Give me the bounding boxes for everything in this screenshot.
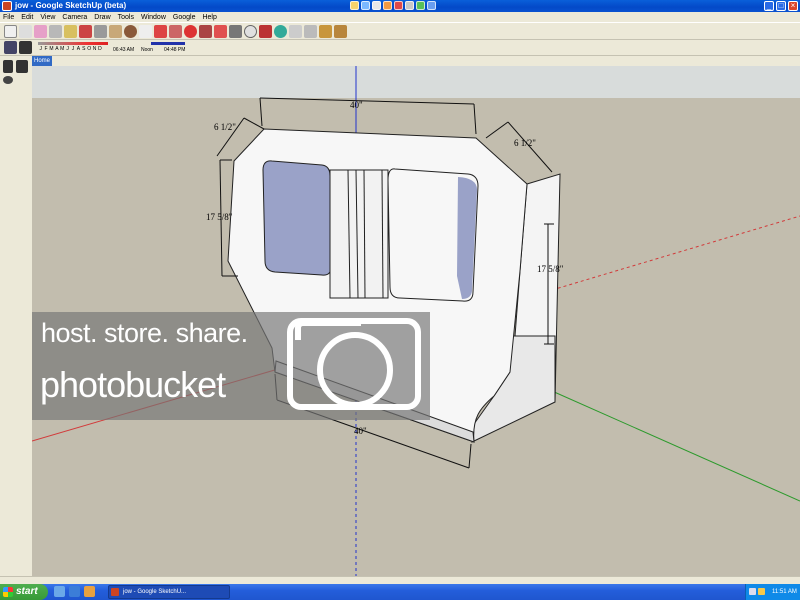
- extension-icon[interactable]: [372, 1, 381, 10]
- position-camera-icon[interactable]: [3, 60, 13, 73]
- menu-edit[interactable]: Edit: [21, 14, 33, 21]
- close-button[interactable]: ×: [788, 1, 798, 11]
- center-divider: [329, 169, 389, 299]
- menu-help[interactable]: Help: [202, 14, 216, 21]
- time-noon-label: Noon: [141, 47, 153, 53]
- time-start-label: 06:43 AM: [113, 47, 135, 53]
- start-button[interactable]: start: [0, 584, 48, 600]
- extension-icon[interactable]: [350, 1, 359, 10]
- sketchup-app-icon[interactable]: [2, 1, 12, 11]
- internet-explorer-icon[interactable]: [69, 586, 80, 597]
- shadows-toolbar: J F M A M J J A S O N D 06:43 AM Noon 04…: [0, 40, 800, 56]
- extension-icon[interactable]: [416, 1, 425, 10]
- dim-label-right-chamfer: 6 1/2": [514, 138, 536, 148]
- menu-google[interactable]: Google: [173, 14, 196, 21]
- shadow-settings-sliders: J F M A M J J A S O N D 06:43 AM Noon 04…: [36, 41, 188, 55]
- tab-home[interactable]: Home: [32, 56, 52, 66]
- arc-icon[interactable]: [139, 25, 152, 38]
- menu-bar: File Edit View Camera Draw Tools Window …: [0, 12, 800, 22]
- scene-tabs: Home: [32, 56, 800, 66]
- window-title: jow - Google SketchUp (beta): [15, 1, 127, 10]
- zoom-extents-icon[interactable]: [259, 25, 272, 38]
- network-icon[interactable]: [749, 588, 756, 595]
- camera-logo-icon: [287, 318, 421, 410]
- model-viewport[interactable]: 40" 40" 6 1/2" 6 1/2" 17 5/8" 17 5/8" ho…: [32, 66, 800, 576]
- toggle-terrain-icon[interactable]: [289, 25, 302, 38]
- menu-tools[interactable]: Tools: [118, 14, 134, 21]
- shadow-settings-icon[interactable]: [4, 41, 17, 54]
- rectangle-select-icon[interactable]: [49, 25, 62, 38]
- extension-icon[interactable]: [361, 1, 370, 10]
- circle-icon[interactable]: [124, 25, 137, 38]
- clock[interactable]: 11:51 AM: [772, 584, 797, 600]
- dim-label-top: 40": [350, 100, 363, 110]
- title-bar: jow - Google SketchUp (beta) _ □ ×: [0, 0, 800, 12]
- look-around-icon[interactable]: [3, 76, 13, 84]
- get-models-icon[interactable]: [319, 25, 332, 38]
- volume-icon[interactable]: [758, 588, 765, 595]
- line-icon[interactable]: [94, 25, 107, 38]
- display-shadows-icon[interactable]: [19, 41, 32, 54]
- date-slider[interactable]: [38, 42, 108, 45]
- taskbar-item-sketchup[interactable]: jow - Google SketchU...: [108, 585, 230, 599]
- time-slider[interactable]: [151, 42, 185, 45]
- add-location-icon[interactable]: [274, 25, 287, 38]
- paint-bucket-icon[interactable]: [64, 25, 77, 38]
- system-tray: 11:51 AM: [745, 584, 800, 600]
- taskbar-item-label: jow - Google SketchU...: [123, 589, 187, 595]
- left-window-opening[interactable]: [262, 160, 332, 276]
- dim-label-left-chamfer: 6 1/2": [214, 122, 236, 132]
- start-label: start: [16, 586, 38, 597]
- minimize-button[interactable]: _: [764, 1, 774, 11]
- move-icon[interactable]: [169, 25, 182, 38]
- extension-icon[interactable]: [383, 1, 392, 10]
- zoom-icon[interactable]: [244, 25, 257, 38]
- month-label: D: [98, 46, 102, 52]
- time-end-label: 04:48 PM: [164, 47, 186, 53]
- dim-label-bottom: 40": [354, 426, 367, 436]
- push-pull-icon[interactable]: [154, 25, 167, 38]
- quick-launch: [54, 586, 95, 597]
- extension-icon[interactable]: [427, 1, 436, 10]
- extension-icon[interactable]: [405, 1, 414, 10]
- menu-file[interactable]: File: [3, 14, 14, 21]
- dim-label-left-height: 17 5/8": [206, 212, 233, 222]
- windows-taskbar: start jow - Google SketchU... 11:51 AM: [0, 584, 800, 600]
- main-toolbar: [0, 22, 800, 40]
- menu-view[interactable]: View: [40, 14, 55, 21]
- make-component-icon[interactable]: [19, 25, 32, 38]
- share-model-icon[interactable]: [334, 25, 347, 38]
- maximize-button[interactable]: □: [776, 1, 786, 11]
- dim-label-right-height: 17 5/8": [537, 264, 564, 274]
- pencil-icon[interactable]: [79, 25, 92, 38]
- extension-icon[interactable]: [394, 1, 403, 10]
- left-tool-palette: [0, 56, 32, 576]
- walk-icon[interactable]: [16, 60, 28, 73]
- windows-flag-icon: [3, 587, 13, 597]
- menu-window[interactable]: Window: [141, 14, 166, 21]
- window-controls: _ □ ×: [764, 1, 798, 11]
- show-desktop-icon[interactable]: [54, 586, 65, 597]
- titlebar-extension-icons: [350, 1, 436, 10]
- sketchup-app-icon: [111, 588, 119, 596]
- eraser-icon[interactable]: [34, 25, 47, 38]
- rotate-icon[interactable]: [184, 25, 197, 38]
- select-tool-icon[interactable]: [4, 25, 17, 38]
- month-labels: J F M A M J J A S O N D: [38, 46, 103, 52]
- menu-camera[interactable]: Camera: [62, 14, 87, 21]
- status-bar: [0, 576, 800, 584]
- watermark-brand: photobucket: [40, 364, 226, 405]
- orbit-icon[interactable]: [214, 25, 227, 38]
- photo-textures-icon[interactable]: [304, 25, 317, 38]
- sky: [32, 66, 800, 98]
- photobucket-watermark: host. store. share. photobucket: [32, 312, 430, 420]
- watermark-tagline: host. store. share.: [41, 318, 248, 348]
- follow-me-icon[interactable]: [199, 25, 212, 38]
- rectangle-icon[interactable]: [109, 25, 122, 38]
- menu-draw[interactable]: Draw: [94, 14, 110, 21]
- media-player-icon[interactable]: [84, 586, 95, 597]
- pan-icon[interactable]: [229, 25, 242, 38]
